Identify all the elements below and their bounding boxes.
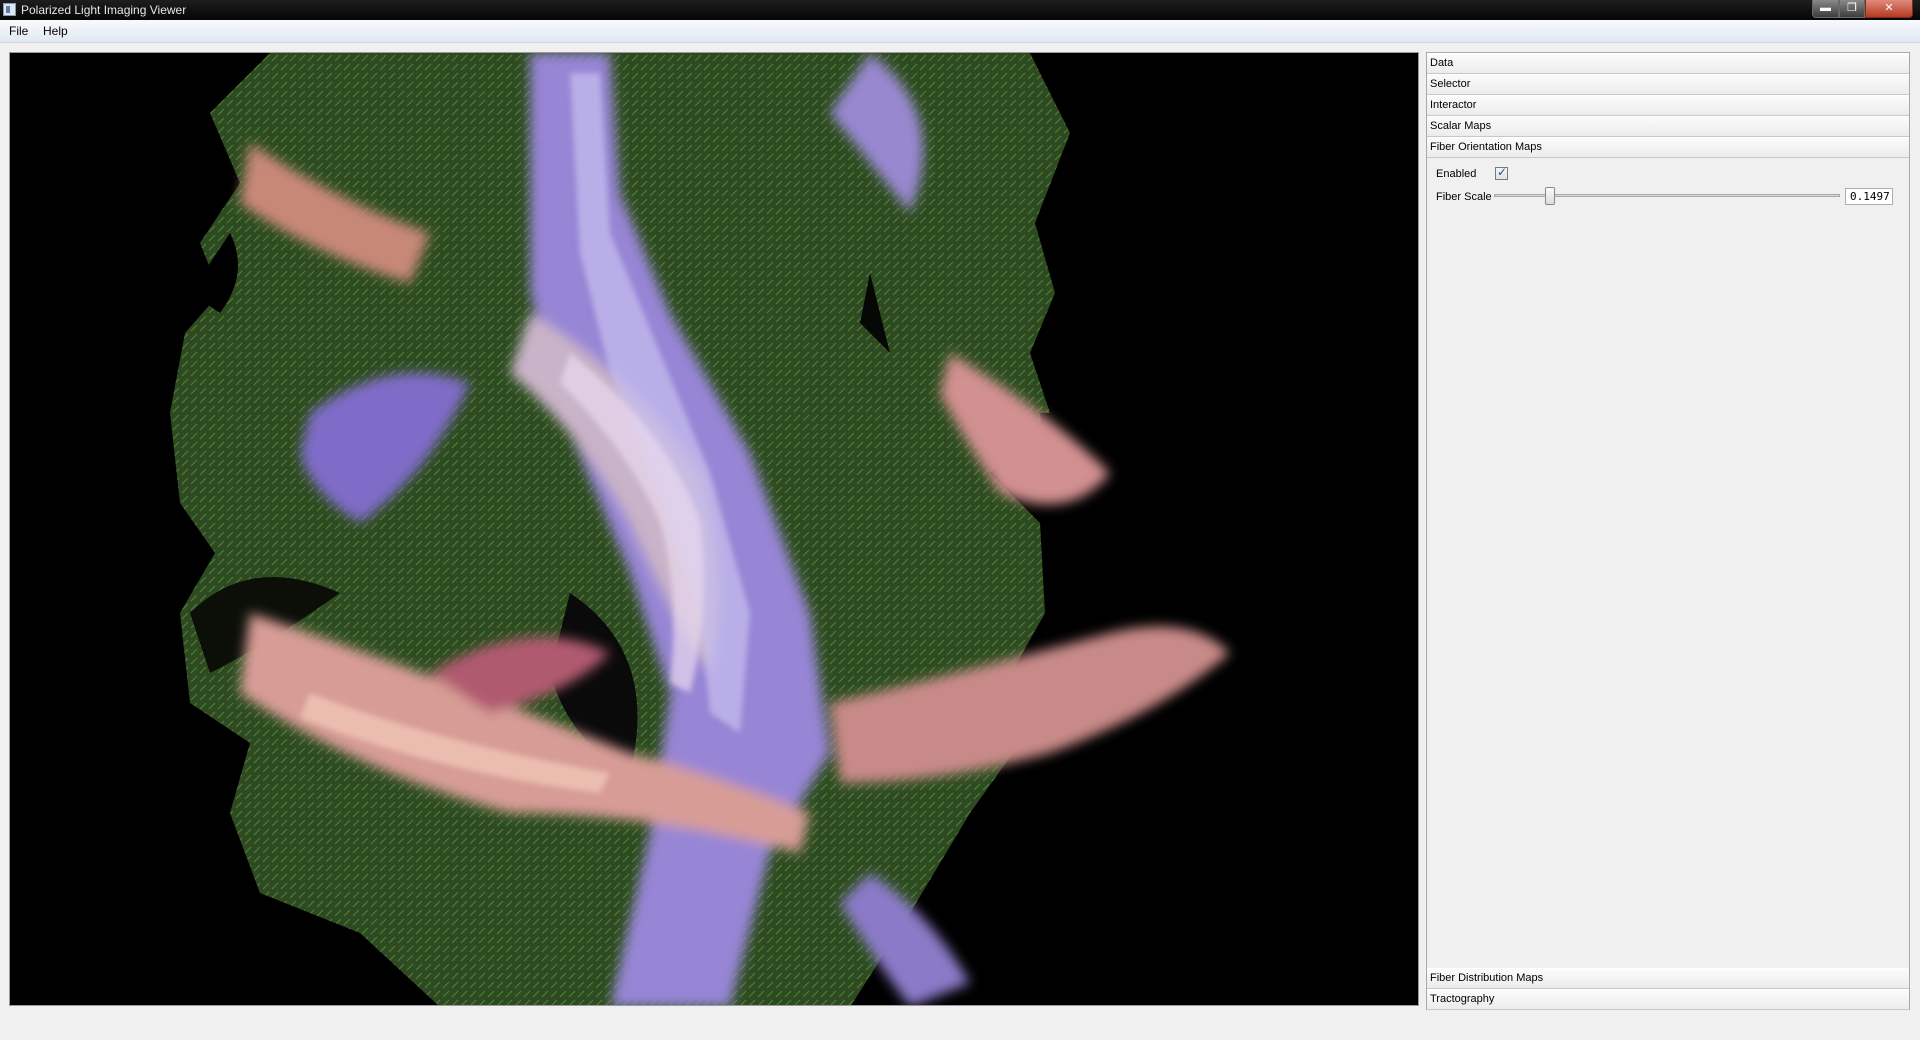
checkmark-icon: ✓ xyxy=(1497,165,1508,179)
fiber-scale-slider-handle[interactable] xyxy=(1545,187,1555,205)
section-header-selector[interactable]: Selector xyxy=(1427,74,1909,95)
maximize-button[interactable]: ❐ xyxy=(1839,0,1865,18)
section-header-scalar-maps[interactable]: Scalar Maps xyxy=(1427,116,1909,137)
fiber-scale-spinbox[interactable]: 0.1497 xyxy=(1845,188,1893,205)
title-bar: Polarized Light Imaging Viewer ▬ ❐ ✕ xyxy=(0,0,1920,20)
enabled-checkbox[interactable]: ✓ xyxy=(1495,165,1508,180)
app-icon[interactable] xyxy=(3,3,16,16)
enabled-label: Enabled xyxy=(1436,168,1477,180)
image-viewport[interactable] xyxy=(9,52,1419,1006)
fiber-scale-label: Fiber Scale xyxy=(1436,191,1492,203)
menu-help[interactable]: Help xyxy=(43,24,68,38)
section-header-data[interactable]: Data xyxy=(1427,53,1909,74)
section-header-interactor[interactable]: Interactor xyxy=(1427,95,1909,116)
menu-bar: File Help xyxy=(0,20,1920,43)
window-title: Polarized Light Imaging Viewer xyxy=(21,3,187,17)
minimize-button[interactable]: ▬ xyxy=(1812,0,1839,18)
section-header-fiber-orientation-maps[interactable]: Fiber Orientation Maps xyxy=(1427,137,1909,158)
menu-file[interactable]: File xyxy=(9,24,28,38)
section-header-fiber-distribution-maps[interactable]: Fiber Distribution Maps xyxy=(1427,968,1909,989)
side-panel: Data Selector Interactor Scalar Maps Fib… xyxy=(1426,52,1910,1010)
fiber-orientation-image[interactable] xyxy=(10,53,1419,1006)
close-button[interactable]: ✕ xyxy=(1865,0,1913,18)
section-header-tractography[interactable]: Tractography xyxy=(1427,989,1909,1010)
